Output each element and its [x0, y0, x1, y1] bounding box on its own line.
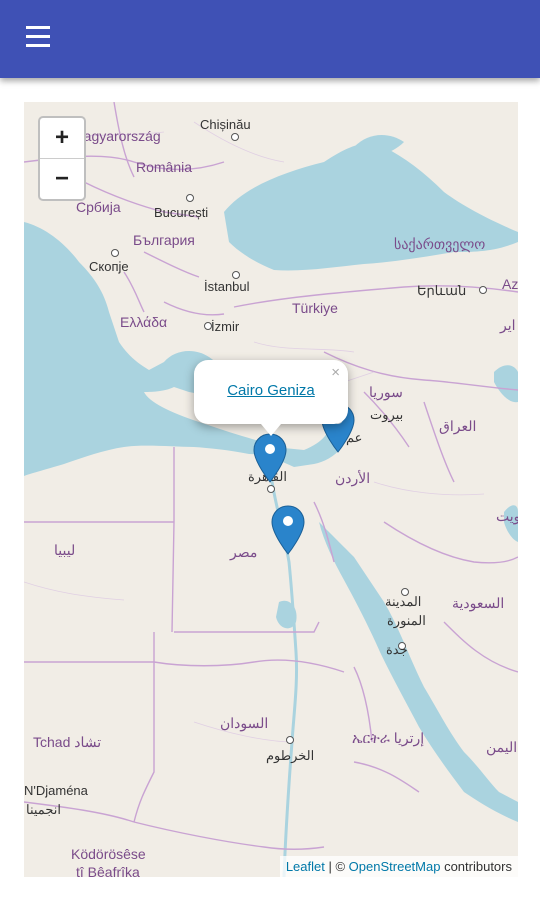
map-label: المدينة — [385, 594, 422, 609]
city-dot — [186, 194, 194, 202]
map-label: المنورة — [387, 613, 426, 628]
map-label: tî Bêafrîka — [76, 864, 140, 877]
app-bar — [0, 0, 540, 78]
map-label: İstanbul — [204, 279, 250, 294]
map-label: كويت — [496, 508, 518, 524]
zoom-in-button[interactable]: + — [40, 118, 84, 159]
map-label: انجمينا — [26, 802, 61, 817]
popup-close-button[interactable]: × — [331, 364, 340, 381]
map-label: مصر — [230, 544, 258, 560]
popup-link[interactable]: Cairo Geniza — [194, 382, 348, 399]
map-label: بيروت — [370, 407, 404, 422]
map-label: Türkiye — [292, 300, 338, 316]
marker-popup: × Cairo Geniza — [194, 360, 348, 436]
map-label: السعودية — [452, 595, 505, 611]
hamburger-menu-icon[interactable] — [22, 26, 56, 54]
map-marker-icon[interactable] — [270, 504, 306, 556]
map-marker-icon[interactable] — [252, 432, 288, 484]
map-label: Ködörösêse — [71, 846, 146, 862]
city-dot — [267, 485, 275, 493]
map-label: الخرطوم — [266, 748, 315, 763]
map-label: București — [154, 205, 209, 220]
leaflet-link[interactable]: Leaflet — [286, 859, 325, 874]
map-label: العراق — [439, 418, 477, 434]
attribution-separator: | © — [324, 859, 349, 874]
map-label: საქართველო — [394, 236, 486, 252]
attribution-suffix: contributors — [440, 859, 512, 874]
map-label: България — [133, 232, 195, 248]
map-label: İzmir — [211, 319, 240, 334]
map-label: ایر — [500, 317, 516, 333]
osm-link[interactable]: OpenStreetMap — [349, 859, 441, 874]
map-label: Az — [502, 276, 518, 292]
zoom-control: + − — [38, 116, 86, 201]
map-label: اليمن — [486, 739, 518, 755]
map-view[interactable]: Magyarország Chișinău România Србија Buc… — [24, 102, 518, 877]
map-label: N'Djaména — [24, 783, 88, 798]
city-dot — [232, 271, 240, 279]
map-label: Chișinău — [200, 117, 251, 132]
map-attribution: Leaflet | © OpenStreetMap contributors — [279, 856, 518, 877]
map-label: الأردن — [335, 470, 371, 486]
map-label: ኤርትራ إرتريا — [352, 730, 425, 746]
map-label: Երևան — [417, 283, 467, 298]
city-dot — [479, 286, 487, 294]
city-dot — [286, 736, 294, 744]
map-label: جدة — [386, 642, 408, 657]
map-label: România — [136, 159, 193, 175]
zoom-out-button[interactable]: − — [40, 159, 84, 199]
map-label: سوريا — [369, 384, 403, 400]
city-dot — [111, 249, 119, 257]
map-label: Скопје — [89, 259, 129, 274]
map-label: السودان — [220, 715, 269, 731]
map-label: ليبيا — [54, 542, 76, 558]
city-dot — [231, 133, 239, 141]
map-label: Ελλάδα — [120, 314, 168, 330]
map-label: Србија — [76, 199, 121, 215]
map-label: Tchad تشاد — [33, 734, 102, 750]
